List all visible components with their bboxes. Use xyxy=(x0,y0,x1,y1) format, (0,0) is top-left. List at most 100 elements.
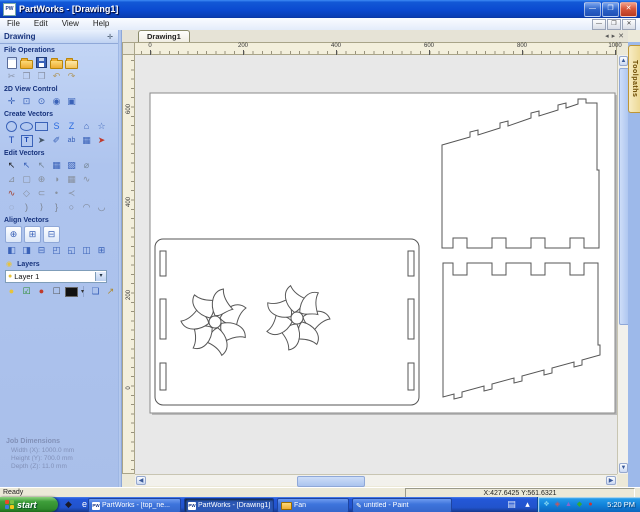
task-button-fan[interactable]: Fan xyxy=(277,498,349,512)
menu-view[interactable]: View xyxy=(55,19,86,28)
merge-layers-icon[interactable]: ❏ xyxy=(89,285,102,298)
draw-star-icon[interactable]: ☆ xyxy=(95,120,108,133)
align-center-h-icon[interactable]: ⊟ xyxy=(35,244,48,257)
copy-icon[interactable]: ❐ xyxy=(20,70,33,83)
align-center-v-icon[interactable]: ◫ xyxy=(80,244,93,257)
slot[interactable] xyxy=(407,362,415,391)
insert-node-icon[interactable]: • xyxy=(50,187,63,200)
scroll-left-button[interactable]: ◀ xyxy=(136,476,146,485)
horizontal-scrollbar[interactable]: ◀ ▶ xyxy=(135,474,617,487)
measure-tool-icon[interactable]: ⌀ xyxy=(80,159,93,172)
scale-vectors-icon[interactable]: ⊿ xyxy=(5,173,18,186)
slot[interactable] xyxy=(159,362,167,391)
align-bottom-icon[interactable]: ◱ xyxy=(65,244,78,257)
draw-curve-icon[interactable]: S xyxy=(50,120,63,133)
edit-points-icon[interactable]: ↖ xyxy=(35,159,48,172)
join-vectors-icon[interactable]: ◇ xyxy=(20,187,33,200)
align-right-icon[interactable]: ◨ xyxy=(20,244,33,257)
slot[interactable] xyxy=(407,250,415,277)
scroll-down-button[interactable]: ▼ xyxy=(619,463,628,473)
select-vectors-icon[interactable]: ↖ xyxy=(5,159,18,172)
tab-prev-button[interactable]: ◂ xyxy=(605,32,609,40)
hide-icons-icon[interactable]: ▴ xyxy=(521,498,534,511)
mdi-restore-button[interactable]: ❐ xyxy=(607,18,621,30)
tab-toolpaths[interactable]: Toolpaths xyxy=(628,45,640,113)
tab-drawing1[interactable]: Drawing1 xyxy=(138,30,190,42)
select-text-icon[interactable]: ➤ xyxy=(35,134,48,147)
cut-icon[interactable]: ✂ xyxy=(5,70,18,83)
drawing-canvas[interactable] xyxy=(135,55,617,474)
zoom-box-icon[interactable]: ⊡ xyxy=(20,95,33,108)
draw-polygon-icon[interactable]: ⌂ xyxy=(80,120,93,133)
mirror-vectors-icon[interactable]: ◑ xyxy=(50,173,63,186)
node-edit-icon[interactable]: ↖ xyxy=(20,159,33,172)
mdi-minimize-button[interactable]: — xyxy=(592,18,606,30)
weld-vectors-icon[interactable]: ◌ xyxy=(5,201,18,214)
layer-visibility-icon[interactable]: ● xyxy=(5,285,18,298)
block-array-icon[interactable]: ▦ xyxy=(65,173,78,186)
tab-next-button[interactable]: ▸ xyxy=(612,32,616,40)
align-left-icon[interactable]: ◧ xyxy=(5,244,18,257)
vector-tool-icon[interactable]: ➤ xyxy=(95,134,108,147)
arc-fit-icon[interactable]: ≺ xyxy=(65,187,78,200)
import-vectors-icon[interactable] xyxy=(50,56,63,69)
move-to-layer-icon[interactable]: ↗ xyxy=(104,285,117,298)
zoom-drawing-icon[interactable]: ⊙ xyxy=(35,95,48,108)
horizontal-scroll-thumb[interactable] xyxy=(297,476,365,487)
task-button-partworks-drawing1[interactable]: PW PartWorks - [Drawing1] xyxy=(184,498,274,512)
close-curve-icon[interactable]: ◡ xyxy=(95,201,108,214)
spread-evenly-icon[interactable]: ⊞ xyxy=(95,244,108,257)
snap-grid-icon[interactable]: ▦ xyxy=(50,159,63,172)
paste-icon[interactable]: ❒ xyxy=(35,70,48,83)
menu-file[interactable]: File xyxy=(0,19,27,28)
center-in-material-icon[interactable]: ⊕ xyxy=(5,226,22,243)
slot[interactable] xyxy=(159,250,167,277)
slot[interactable] xyxy=(407,298,415,340)
new-file-icon[interactable] xyxy=(5,56,18,69)
draw-text-icon[interactable]: T xyxy=(5,134,18,147)
draw-ellipse-icon[interactable] xyxy=(20,120,33,133)
quick-launch-app-icon[interactable]: ◆ xyxy=(62,498,75,511)
snap-guides-icon[interactable]: ▧ xyxy=(65,159,78,172)
fillet-tool-icon[interactable]: ∿ xyxy=(5,187,18,200)
tab-close-button[interactable]: ✕ xyxy=(618,32,624,40)
subtract-vectors-icon[interactable]: ) xyxy=(20,201,33,214)
layer-unassigned-icon[interactable]: ☐ xyxy=(50,285,63,298)
slot[interactable] xyxy=(159,298,167,340)
start-button[interactable]: start xyxy=(0,497,58,512)
save-file-icon[interactable] xyxy=(35,56,48,69)
layer-dropdown[interactable]: ● Layer 1 ▾ xyxy=(5,270,107,283)
zoom-selected-icon[interactable]: ◉ xyxy=(50,95,63,108)
tray-icon-3-icon[interactable]: ▲ xyxy=(564,498,573,511)
tray-icon-1-icon[interactable]: ❖ xyxy=(542,498,551,511)
export-vectors-icon[interactable] xyxy=(65,56,78,69)
tray-icon-4-icon[interactable]: ◆ xyxy=(575,498,584,511)
align-vertical-icon[interactable]: ⊟ xyxy=(43,226,60,243)
menu-help[interactable]: Help xyxy=(86,19,116,28)
undo-icon[interactable]: ↶ xyxy=(50,70,63,83)
align-top-icon[interactable]: ◰ xyxy=(50,244,63,257)
convert-text-icon[interactable]: ab xyxy=(65,134,78,147)
layer-active-icon[interactable]: ☑ xyxy=(20,285,33,298)
move-vectors-icon[interactable]: ⊕ xyxy=(35,173,48,186)
open-file-icon[interactable] xyxy=(20,56,33,69)
align-horizontal-icon[interactable]: ⊞ xyxy=(24,226,41,243)
restore-button[interactable]: ❐ xyxy=(602,1,619,17)
trim-vectors-icon[interactable]: } xyxy=(50,201,63,214)
minimize-button[interactable]: — xyxy=(584,1,601,17)
union-vectors-icon[interactable]: ○ xyxy=(65,201,78,214)
open-curve-icon[interactable]: ◠ xyxy=(80,201,93,214)
intersect-vectors-icon[interactable]: ⟩ xyxy=(35,201,48,214)
text-box-icon[interactable]: T xyxy=(20,134,33,147)
draw-rectangle-icon[interactable] xyxy=(35,120,48,133)
distort-icon[interactable]: ∿ xyxy=(80,173,93,186)
layer-lock-icon[interactable]: ● xyxy=(35,285,48,298)
tray-icon-2-icon[interactable]: ◈ xyxy=(553,498,562,511)
layer-colour-icon[interactable] xyxy=(65,285,84,299)
chevron-down-icon[interactable]: ▾ xyxy=(95,272,106,281)
keyboard-layout-icon[interactable]: ▤ xyxy=(505,498,518,511)
pin-icon[interactable]: ✛ xyxy=(107,33,118,41)
mdi-close-button[interactable]: ✕ xyxy=(622,18,636,30)
array-copy-icon[interactable]: ▦ xyxy=(80,134,93,147)
menu-edit[interactable]: Edit xyxy=(27,19,55,28)
